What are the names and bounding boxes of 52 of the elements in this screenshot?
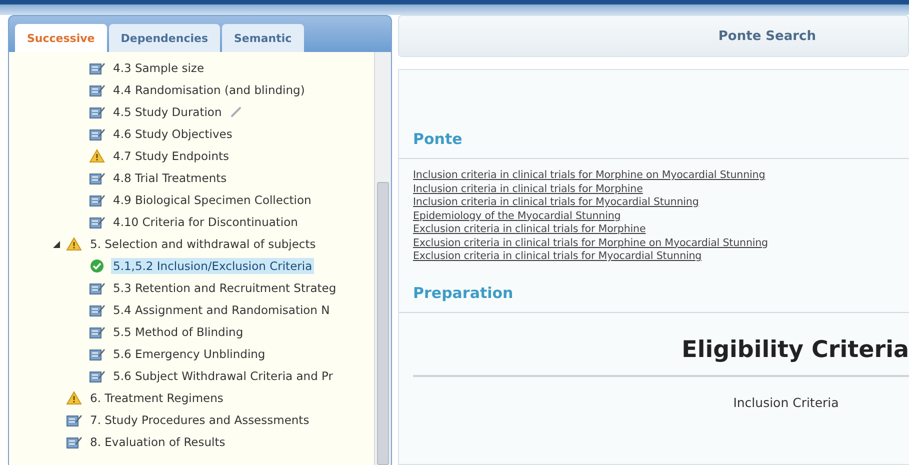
tree-item[interactable]: 5.3 Retention and Recruitment Strateg	[111, 280, 338, 296]
tree-item[interactable]: 5. Selection and withdrawal of subjects	[88, 236, 318, 252]
tab[interactable]: Dependencies	[108, 24, 220, 52]
panel-title: Ponte Search	[718, 28, 816, 44]
edit-icon	[89, 171, 105, 185]
result-link[interactable]: Exclusion criteria in clinical trials for Morphine on Myocardial Stunning	[413, 236, 909, 250]
tree-item[interactable]: 4.3 Sample size	[111, 60, 206, 76]
result-link[interactable]: Inclusion criteria in clinical trials for Morphine	[413, 182, 909, 196]
tree-item[interactable]: 8. Evaluation of Results	[88, 434, 228, 450]
collapse-icon[interactable]	[53, 240, 60, 248]
tree-item[interactable]: 4.5 Study Duration	[111, 104, 224, 120]
tree-item[interactable]: 4.10 Criteria for Discontinuation	[111, 214, 300, 230]
document-title: Eligibility Criteria	[680, 336, 909, 364]
edit-icon	[89, 83, 105, 97]
edit-icon	[89, 61, 105, 75]
edit-icon	[89, 347, 105, 361]
edit-icon	[89, 105, 105, 119]
tree-item[interactable]: 4.9 Biological Specimen Collection	[111, 192, 314, 208]
tree-item[interactable]: 5.6 Subject Withdrawal Criteria and Pr	[111, 368, 335, 384]
result-link[interactable]: Exclusion criteria in clinical trials for Myocardial Stunning	[413, 250, 909, 264]
edit-icon	[89, 127, 105, 141]
tree-item[interactable]: 4.6 Study Objectives	[111, 126, 234, 142]
edit-icon	[89, 215, 105, 229]
edit-icon	[89, 193, 105, 207]
edit-icon	[89, 369, 105, 383]
warning-icon	[89, 149, 105, 163]
tree-item[interactable]: 4.4 Randomisation (and blinding)	[111, 82, 307, 98]
edit-icon	[89, 303, 105, 317]
tree-item[interactable]: 5.5 Method of Blinding	[111, 324, 246, 340]
edit-icon	[66, 435, 82, 449]
result-link[interactable]: Exclusion criteria in clinical trials for Morphine	[413, 223, 909, 236]
warning-icon	[66, 237, 82, 251]
tree-item[interactable]: 4.8 Trial Treatments	[111, 170, 229, 186]
edit-icon	[89, 325, 105, 339]
edit-icon	[66, 413, 82, 427]
result-link[interactable]: Inclusion criteria in clinical trials for Myocardial Stunning	[413, 196, 909, 210]
result-link[interactable]: Epidemiology of the Myocardial Stunning	[413, 210, 909, 223]
tree-item[interactable]: 6. Treatment Regimens	[88, 390, 226, 406]
tree-item[interactable]: 7. Study Procedures and Assessments	[88, 412, 312, 428]
result-link[interactable]: Inclusion criteria in clinical trials for Morphine on Myocardial Stunning	[413, 169, 909, 182]
document-subtitle: Inclusion Criteria	[732, 394, 840, 410]
scrollbar[interactable]	[374, 52, 391, 465]
warning-icon	[66, 391, 82, 405]
tree-item[interactable]: 5.6 Emergency Unblinding	[111, 346, 268, 362]
tree-item[interactable]: 5.1,5.2 Inclusion/Exclusion Criteria	[111, 258, 314, 274]
edit-icon	[89, 281, 105, 295]
section-heading: Preparation	[413, 284, 514, 304]
check-icon	[89, 259, 105, 273]
section-heading: Ponte	[413, 130, 464, 150]
tree-item[interactable]: 5.4 Assignment and Randomisation N	[111, 302, 332, 318]
tree-item[interactable]: 4.7 Study Endpoints	[111, 148, 231, 164]
tab[interactable]: Semantic	[222, 24, 304, 52]
